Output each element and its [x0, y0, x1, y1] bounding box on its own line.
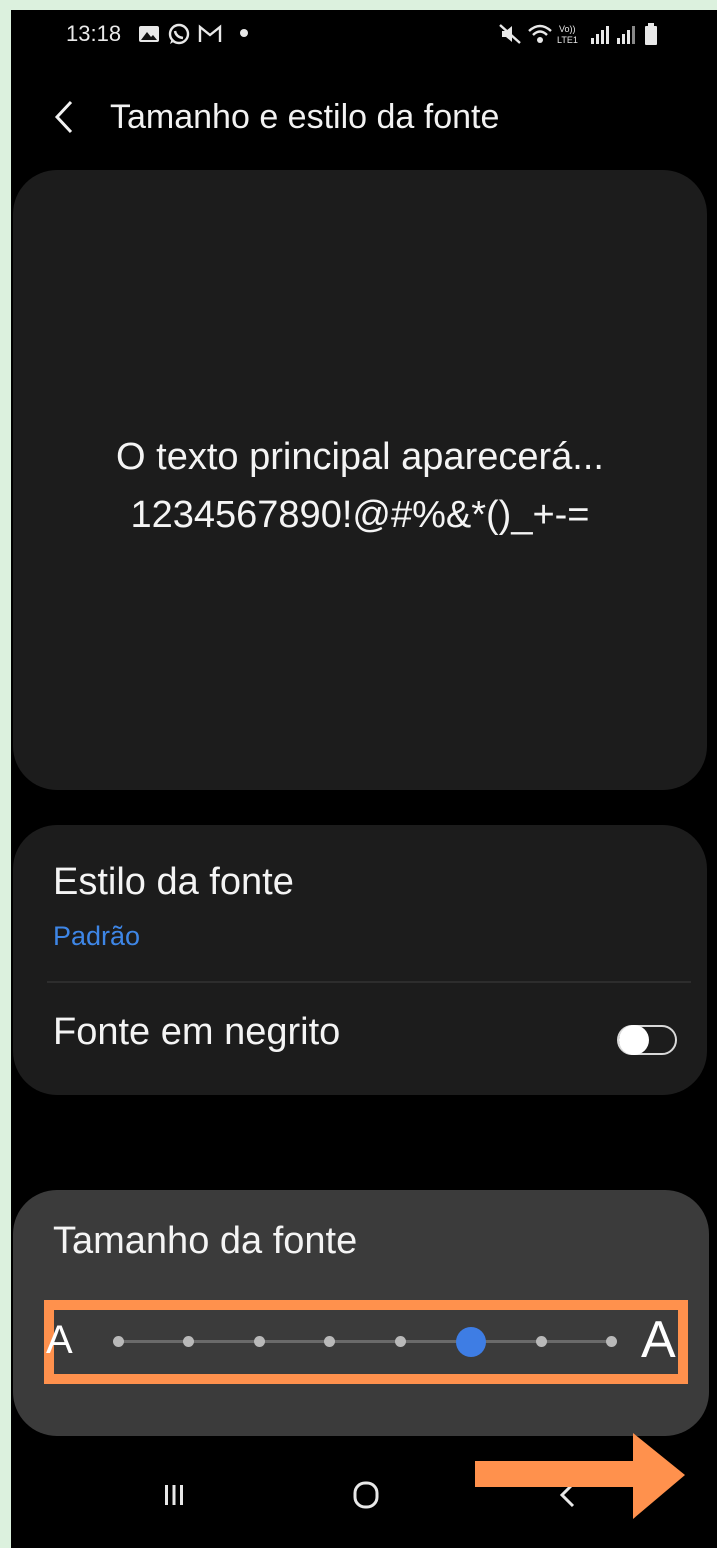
page-title: Tamanho e estilo da fonte [110, 98, 500, 136]
preview-line-2: 1234567890!@#%&*()_+-= [130, 494, 590, 536]
slider-small-a-label: A [46, 1318, 73, 1362]
slider-step-dot[interactable] [324, 1336, 335, 1347]
font-style-label: Estilo da fonte [53, 861, 294, 903]
right-arrow-icon [475, 1433, 685, 1519]
bold-font-item[interactable]: Fonte em negrito [13, 983, 707, 1093]
volte-icon: Vo)) LTE1 [557, 24, 578, 45]
recent-apps-button[interactable] [161, 1480, 187, 1510]
bold-font-label: Fonte em negrito [53, 1011, 341, 1053]
battery-icon [645, 23, 657, 45]
status-bar: 13:18 Vo)) LTE1 [11, 10, 717, 60]
slider-step-dot[interactable] [394, 1336, 406, 1347]
gallery-icon [139, 26, 159, 42]
bold-font-toggle[interactable] [617, 1025, 677, 1055]
slider-thumb[interactable] [455, 1327, 486, 1357]
slider-step-dot[interactable] [535, 1336, 547, 1347]
home-button[interactable] [351, 1480, 381, 1510]
svg-text:LTE1: LTE1 [557, 35, 578, 45]
slider-step-dot[interactable] [606, 1336, 617, 1347]
slider-step-dot[interactable] [253, 1336, 265, 1347]
font-style-value: Padrão [53, 921, 141, 951]
header: Tamanho e estilo da fonte [11, 82, 717, 152]
font-settings-card: Estilo da fonte Padrão Fonte em negrito [13, 825, 707, 1095]
font-preview-text: O texto principal aparecerá... 123456789… [13, 428, 707, 544]
wifi-icon [528, 24, 552, 43]
font-size-label: Tamanho da fonte [53, 1220, 358, 1262]
notification-dot [240, 29, 248, 37]
slider-step-dot[interactable] [183, 1336, 194, 1347]
back-arrow-icon[interactable] [47, 96, 83, 138]
status-time: 13:18 [66, 21, 122, 46]
signal-icon [591, 26, 609, 44]
font-size-slider[interactable]: A A [46, 1310, 678, 1374]
signal-icon [617, 26, 635, 44]
toggle-knob [619, 1025, 649, 1055]
highlight-box: A A [44, 1300, 688, 1384]
gmail-icon [198, 24, 222, 42]
svg-text:Vo)): Vo)) [559, 24, 576, 34]
preview-line-1: O texto principal aparecerá... [116, 436, 604, 478]
whatsapp-icon [168, 23, 190, 45]
font-preview-card: O texto principal aparecerá... 123456789… [13, 170, 707, 790]
font-style-item[interactable]: Estilo da fonte Padrão [13, 825, 707, 983]
slider-large-a-label: A [641, 1311, 676, 1369]
mute-icon [499, 24, 521, 44]
slider-step-dot[interactable] [112, 1336, 124, 1347]
